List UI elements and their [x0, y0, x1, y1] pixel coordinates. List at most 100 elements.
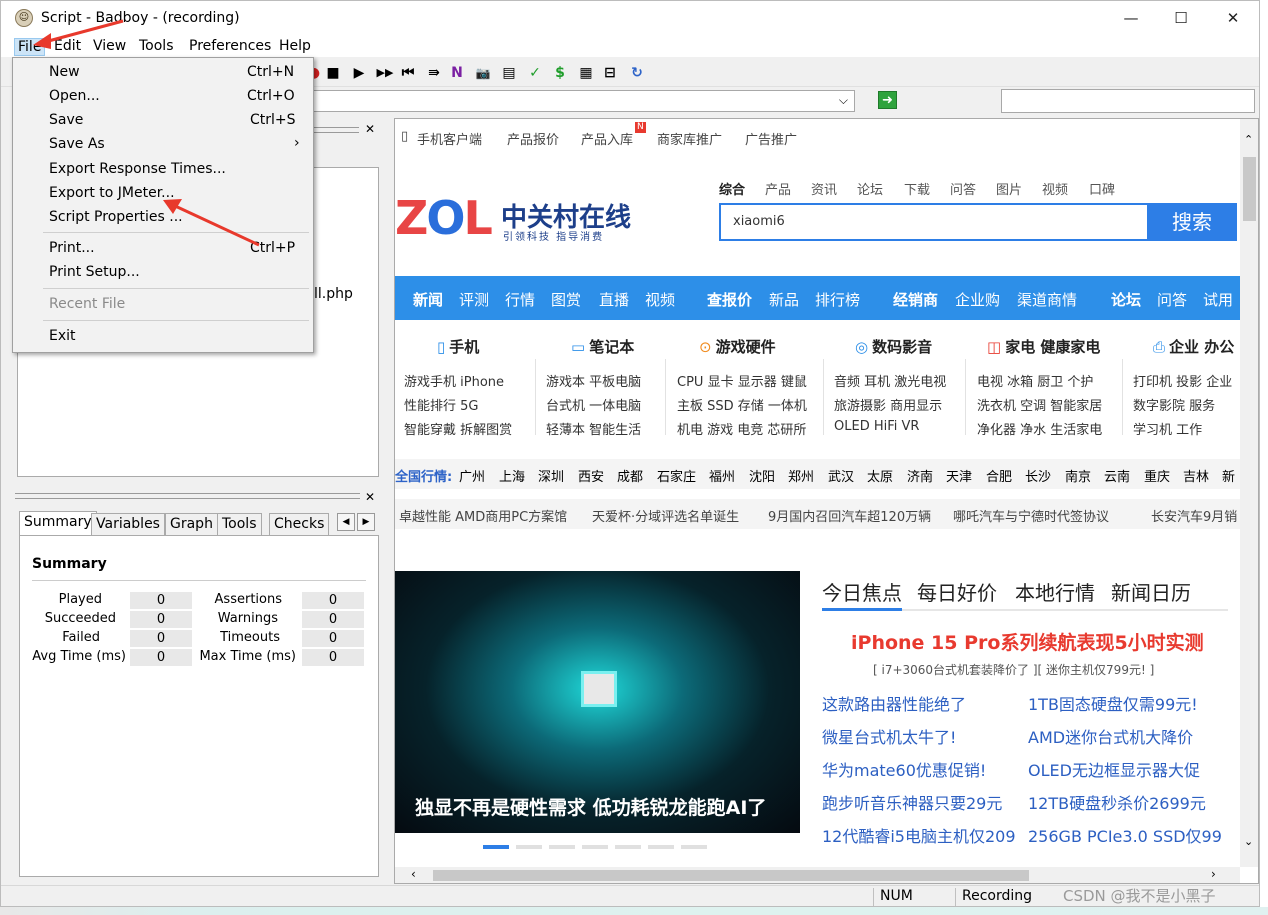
- nav-video[interactable]: 视频: [645, 289, 675, 310]
- nav-live[interactable]: 直播: [599, 289, 629, 310]
- menu-help[interactable]: Help: [276, 38, 314, 54]
- city-link[interactable]: 沈阳: [749, 466, 775, 485]
- camera-icon[interactable]: 📷: [474, 65, 492, 81]
- topnav-product-link[interactable]: 产品入库: [581, 129, 633, 148]
- zol-logo[interactable]: ZOL: [395, 195, 493, 241]
- carousel-dot[interactable]: [648, 845, 674, 849]
- menu-item-print-setup[interactable]: Print Setup...: [49, 264, 140, 280]
- carousel-dot[interactable]: [582, 845, 608, 849]
- topnav-price-link[interactable]: 产品报价: [507, 129, 559, 148]
- menu-item-new[interactable]: New: [49, 64, 80, 80]
- scroll-right-icon[interactable]: ›: [1211, 867, 1216, 881]
- tree-item[interactable]: ll.php: [314, 286, 353, 302]
- city-link[interactable]: 石家庄: [657, 466, 696, 485]
- city-link[interactable]: 太原: [867, 466, 893, 485]
- tab-local-market[interactable]: 本地行情: [1015, 577, 1095, 606]
- tab-news-calendar[interactable]: 新闻日历: [1111, 577, 1191, 606]
- nav-gallery[interactable]: 图赏: [551, 289, 581, 310]
- tree-icon[interactable]: ⊟: [601, 65, 619, 81]
- search-tab-product[interactable]: 产品: [765, 179, 791, 198]
- menu-tools[interactable]: Tools: [136, 38, 177, 54]
- category-links[interactable]: 主板 SSD 存储 一体机: [677, 395, 807, 414]
- pane-grip[interactable]: [313, 127, 359, 133]
- horizontal-scrollbar[interactable]: ‹ ›: [395, 867, 1240, 883]
- nav-enterprise[interactable]: 企业购: [955, 289, 1000, 310]
- nav-ranking[interactable]: 排行榜: [815, 289, 860, 310]
- city-link[interactable]: 西安: [578, 466, 604, 485]
- search-tab-reviews[interactable]: 口碑: [1089, 179, 1115, 198]
- menu-item-print[interactable]: Print...: [49, 240, 95, 256]
- nav-trial[interactable]: 试用: [1203, 289, 1233, 310]
- grid-icon[interactable]: ▦: [577, 65, 595, 81]
- city-link[interactable]: 新: [1222, 466, 1235, 485]
- ticker-link[interactable]: 长安汽车9月销: [1151, 506, 1237, 525]
- menu-item-export-jmeter[interactable]: Export to JMeter...: [49, 185, 175, 201]
- category-digital[interactable]: ◎ 数码影音: [855, 336, 932, 357]
- news-link[interactable]: 1TB固态硬盘仅需99元!: [1028, 691, 1198, 715]
- category-links[interactable]: 机电 游戏 电竞 芯研所: [677, 419, 806, 438]
- check-icon[interactable]: ✓: [526, 65, 544, 81]
- promo-banner[interactable]: 独显不再是硬性需求 低功耗锐龙能跑AI了: [395, 571, 800, 833]
- nav-channel[interactable]: 渠道商情: [1017, 289, 1077, 310]
- carousel-dot[interactable]: [615, 845, 641, 849]
- nav-forum[interactable]: 论坛: [1111, 289, 1141, 310]
- menu-file[interactable]: File: [14, 38, 46, 56]
- category-links[interactable]: 学习机 工作: [1133, 419, 1202, 438]
- scroll-left-icon[interactable]: ‹: [411, 867, 416, 881]
- category-links[interactable]: 性能排行 5G: [404, 395, 478, 414]
- search-tab-all[interactable]: 综合: [719, 179, 745, 198]
- ticker-link[interactable]: 卓越性能 AMD商用PC方案馆: [399, 506, 567, 525]
- menu-item-open[interactable]: Open...: [49, 88, 100, 104]
- pane-grip[interactable]: [15, 493, 360, 499]
- site-search-input[interactable]: xiaomi6: [719, 203, 1149, 241]
- city-link[interactable]: 深圳: [538, 466, 564, 485]
- dollar-icon[interactable]: $: [551, 65, 569, 81]
- search-field[interactable]: [1001, 89, 1255, 113]
- close-button[interactable]: ✕: [1207, 1, 1259, 35]
- city-link[interactable]: 重庆: [1144, 466, 1170, 485]
- city-link[interactable]: 福州: [709, 466, 735, 485]
- rewind-icon[interactable]: ⏮: [399, 65, 417, 81]
- topnav-merchant-link[interactable]: 商家库推广: [657, 129, 722, 148]
- category-links[interactable]: 游戏本 平板电脑: [546, 371, 641, 390]
- ticker-link[interactable]: 天爱杯·分域评选名单诞生: [592, 506, 739, 525]
- tab-variables[interactable]: Variables: [91, 513, 165, 535]
- scroll-thumb[interactable]: [433, 870, 1029, 881]
- scroll-up-icon[interactable]: ⌃: [1244, 133, 1253, 146]
- carousel-dot[interactable]: [516, 845, 542, 849]
- nav-news[interactable]: 新闻: [413, 289, 443, 310]
- tab-checks[interactable]: Checks: [269, 513, 330, 535]
- city-link[interactable]: 成都: [617, 466, 643, 485]
- ticker-link[interactable]: 哪吒汽车与宁德时代签协议: [953, 506, 1109, 525]
- site-search-button[interactable]: 搜索: [1147, 203, 1237, 241]
- news-link[interactable]: AMD迷你台式机大降价: [1028, 724, 1193, 748]
- city-link[interactable]: 上海: [499, 466, 525, 485]
- menu-item-export-response-times[interactable]: Export Response Times...: [49, 161, 226, 177]
- category-links[interactable]: OLED HiFi VR: [834, 419, 919, 434]
- menu-preferences[interactable]: Preferences: [186, 38, 274, 54]
- carousel-dot[interactable]: [483, 845, 509, 849]
- category-links[interactable]: 洗衣机 空调 智能家居: [977, 395, 1102, 414]
- tab-summary[interactable]: Summary: [19, 511, 97, 536]
- news-link[interactable]: OLED无边框显示器大促: [1028, 757, 1200, 781]
- city-link[interactable]: 济南: [907, 466, 933, 485]
- city-link[interactable]: 郑州: [788, 466, 814, 485]
- menu-view[interactable]: View: [90, 38, 129, 54]
- category-links[interactable]: 数字影院 服务: [1133, 395, 1215, 414]
- news-link[interactable]: 跑步听音乐神器只要29元: [822, 790, 1002, 814]
- topnav-ad-link[interactable]: 广告推广: [745, 129, 797, 148]
- city-link[interactable]: 广州: [459, 466, 485, 485]
- carousel-dot[interactable]: [681, 845, 707, 849]
- navigation-icon[interactable]: N: [448, 65, 466, 81]
- menu-item-save[interactable]: Save: [49, 112, 83, 128]
- search-tab-qa[interactable]: 问答: [950, 179, 976, 198]
- close-pane-icon[interactable]: ✕: [365, 490, 375, 504]
- vertical-scrollbar[interactable]: ⌃ ⌄: [1240, 119, 1258, 867]
- city-link[interactable]: 天津: [946, 466, 972, 485]
- category-links[interactable]: 游戏手机 iPhone: [404, 371, 504, 390]
- nav-market[interactable]: 行情: [505, 289, 535, 310]
- search-tab-news[interactable]: 资讯: [811, 179, 837, 198]
- news-link[interactable]: 华为mate60优惠促销!: [822, 757, 986, 781]
- menu-edit[interactable]: Edit: [51, 38, 84, 54]
- topnav-app-link[interactable]: 手机客户端: [417, 129, 482, 148]
